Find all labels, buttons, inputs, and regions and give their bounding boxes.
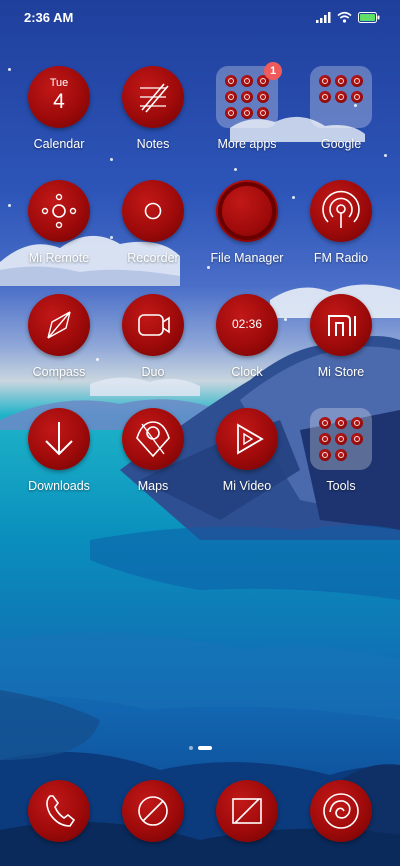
notes-icon bbox=[122, 66, 184, 128]
app-label: Clock bbox=[231, 365, 263, 379]
page-dot[interactable] bbox=[188, 746, 193, 750]
app-duo[interactable]: Duo bbox=[106, 294, 200, 379]
star bbox=[8, 204, 11, 207]
dock-browser[interactable] bbox=[294, 780, 388, 842]
app-label: More apps bbox=[217, 137, 277, 151]
calendar-day: Tue bbox=[49, 77, 69, 89]
camera-icon bbox=[216, 780, 278, 842]
app-label: Mi Video bbox=[222, 479, 272, 493]
calendar-date: 4 bbox=[53, 90, 65, 113]
status-icons bbox=[316, 11, 380, 23]
play-icon bbox=[216, 408, 278, 470]
app-label: Notes bbox=[136, 137, 170, 151]
phone-icon bbox=[28, 780, 90, 842]
duo-icon bbox=[122, 294, 184, 356]
app-mi-remote[interactable]: Mi Remote bbox=[12, 180, 106, 265]
app-label: Mi Remote bbox=[28, 251, 90, 265]
app-calendar[interactable]: Tue 4 Calendar bbox=[12, 66, 106, 151]
folder-icon bbox=[310, 66, 372, 128]
page-indicator bbox=[0, 746, 400, 750]
folder-icon bbox=[310, 408, 372, 470]
signal-icon bbox=[316, 11, 331, 23]
app-file-manager[interactable]: File Manager bbox=[200, 180, 294, 265]
compass-icon bbox=[28, 294, 90, 356]
recorder-icon bbox=[122, 180, 184, 242]
app-label: Tools bbox=[326, 479, 356, 493]
folder-icon: 1 bbox=[216, 62, 282, 128]
dock-camera[interactable] bbox=[200, 780, 294, 842]
star bbox=[8, 68, 11, 71]
app-label: Google bbox=[320, 137, 362, 151]
app-label: Calendar bbox=[33, 137, 85, 151]
app-label: FM Radio bbox=[313, 251, 369, 265]
mi-logo-icon bbox=[310, 294, 372, 356]
app-label: File Manager bbox=[210, 251, 284, 265]
app-compass[interactable]: Compass bbox=[12, 294, 106, 379]
clock-time: 02:36 bbox=[231, 317, 263, 331]
notification-badge: 1 bbox=[264, 62, 282, 80]
app-downloads[interactable]: Downloads bbox=[12, 408, 106, 493]
remote-icon bbox=[28, 180, 90, 242]
radio-icon bbox=[310, 180, 372, 242]
download-arrow-icon bbox=[28, 408, 90, 470]
folder-tools[interactable]: Tools bbox=[294, 408, 388, 493]
map-pin-icon bbox=[122, 408, 184, 470]
wifi-icon bbox=[337, 11, 352, 23]
app-label: Maps bbox=[137, 479, 169, 493]
app-mi-video[interactable]: Mi Video bbox=[200, 408, 294, 493]
star bbox=[234, 168, 237, 171]
app-label: Compass bbox=[32, 365, 86, 379]
folder-more-apps[interactable]: 1 More apps bbox=[200, 62, 294, 151]
app-label: Duo bbox=[141, 365, 165, 379]
dock-messaging[interactable] bbox=[106, 780, 200, 842]
messaging-icon bbox=[122, 780, 184, 842]
app-recorder[interactable]: Recorder bbox=[106, 180, 200, 265]
app-label: Downloads bbox=[28, 479, 90, 493]
battery-icon bbox=[358, 11, 380, 23]
status-time: 2:36 AM bbox=[24, 10, 74, 25]
folder-ring-icon bbox=[216, 180, 278, 242]
app-label: Mi Store bbox=[317, 365, 365, 379]
clock-icon: 02:36 bbox=[216, 294, 278, 356]
app-maps[interactable]: Maps bbox=[106, 408, 200, 493]
app-clock[interactable]: 02:36 Clock bbox=[200, 294, 294, 379]
dock-phone[interactable] bbox=[12, 780, 106, 842]
star bbox=[110, 158, 113, 161]
star bbox=[384, 154, 387, 157]
star bbox=[207, 266, 210, 269]
calendar-icon: Tue 4 bbox=[28, 66, 90, 128]
app-label: Recorder bbox=[127, 251, 179, 265]
app-fm-radio[interactable]: FM Radio bbox=[294, 180, 388, 265]
app-notes[interactable]: Notes bbox=[106, 66, 200, 151]
browser-icon bbox=[310, 780, 372, 842]
folder-google[interactable]: Google bbox=[294, 66, 388, 151]
dock bbox=[0, 780, 400, 844]
page-dot-active[interactable] bbox=[197, 746, 212, 750]
status-bar: 2:36 AM bbox=[0, 0, 400, 36]
app-mi-store[interactable]: Mi Store bbox=[294, 294, 388, 379]
